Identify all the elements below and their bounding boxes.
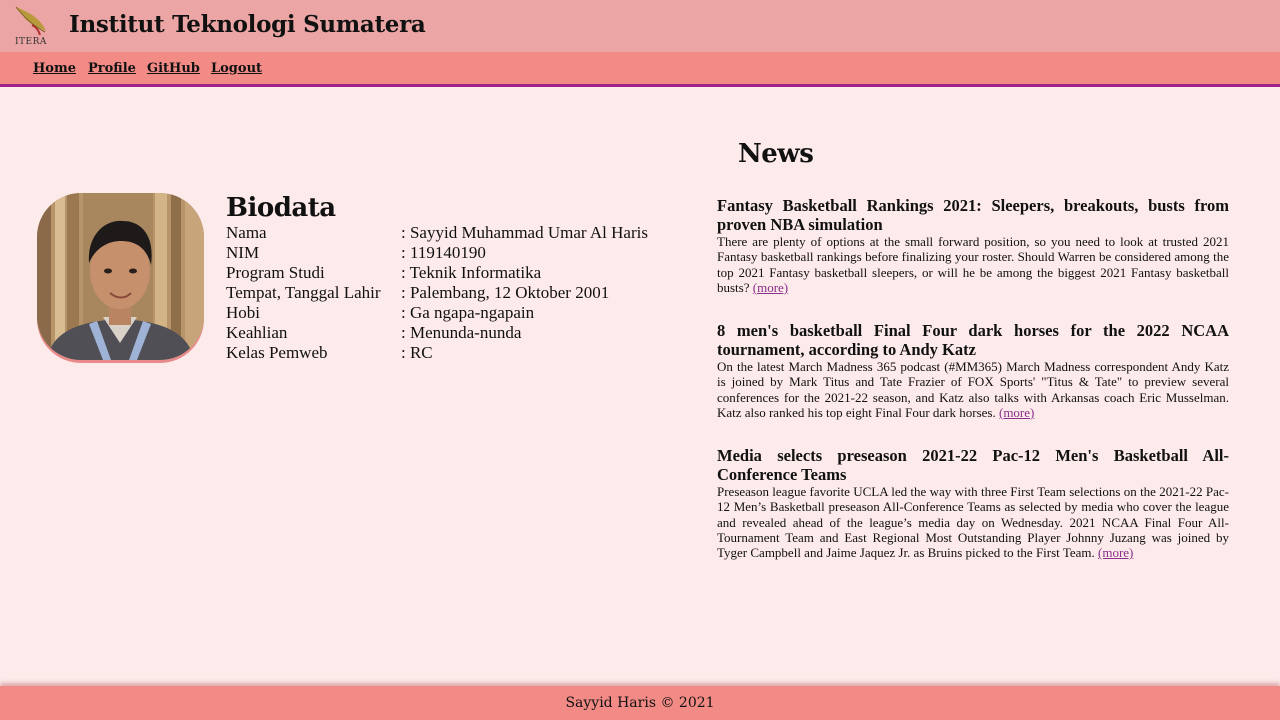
nav-home-link[interactable]: Home (33, 61, 76, 76)
site-title: Institut Teknologi Sumatera (69, 11, 426, 38)
footer: Sayyid Haris © 2021 (0, 686, 1280, 720)
biodata-value: : Menunda-nunda (401, 323, 522, 342)
site-header: ITERA Institut Teknologi Sumatera (0, 0, 1280, 52)
news-more-link[interactable]: (more) (1098, 545, 1133, 560)
nav-profile-link[interactable]: Profile (88, 61, 136, 76)
itera-logo[interactable]: ITERA (12, 5, 50, 47)
biodata-label: Nama (226, 223, 267, 242)
news-body-text: Preseason league favorite UCLA led the w… (717, 484, 1229, 561)
biodata-value: : Teknik Informatika (401, 263, 542, 282)
feather-icon (15, 6, 46, 36)
news-item: 8 men's basketball Final Four dark horse… (717, 321, 1229, 420)
footer-text: Sayyid Haris © 2021 (565, 695, 715, 711)
biodata-value: : 119140190 (401, 243, 486, 262)
news-body-text: On the latest March Madness 365 podcast … (717, 359, 1229, 420)
news-more-link[interactable]: (more) (753, 280, 788, 295)
biodata-value: : Palembang, 12 Oktober 2001 (401, 283, 610, 302)
news-headline: 8 men's basketball Final Four dark horse… (717, 321, 1229, 359)
news-headline: Media selects preseason 2021-22 Pac-12 M… (717, 446, 1229, 484)
news-body-text: There are plenty of options at the small… (717, 234, 1229, 295)
biodata-heading: Biodata (226, 193, 336, 223)
news-item: Media selects preseason 2021-22 Pac-12 M… (717, 446, 1229, 560)
biodata-label: Tempat, Tanggal Lahir (226, 283, 381, 302)
biodata-value: : Ga ngapa-ngapain (401, 303, 535, 322)
news-more-link[interactable]: (more) (999, 405, 1034, 420)
nav-bar: Home Profile GitHub Logout (0, 52, 1280, 87)
news-headline: Fantasy Basketball Rankings 2021: Sleepe… (717, 196, 1229, 234)
nav-logout-link[interactable]: Logout (211, 61, 262, 76)
biodata-label: Kelas Pemweb (226, 343, 328, 362)
logo-text: ITERA (15, 37, 47, 47)
news-heading: News (738, 139, 814, 169)
news-body: There are plenty of options at the small… (717, 234, 1229, 295)
biodata-value: : RC (401, 343, 433, 362)
profile-photo-image (37, 193, 204, 360)
biodata-label: NIM (226, 243, 260, 262)
nav-github-link[interactable]: GitHub (147, 61, 200, 76)
biodata-label: Program Studi (226, 263, 325, 282)
profile-photo (37, 193, 204, 360)
news-item: Fantasy Basketball Rankings 2021: Sleepe… (717, 196, 1229, 295)
biodata-label: Keahlian (226, 323, 288, 342)
news-body: On the latest March Madness 365 podcast … (717, 359, 1229, 420)
biodata-value: : Sayyid Muhammad Umar Al Haris (401, 223, 648, 242)
news-body: Preseason league favorite UCLA led the w… (717, 484, 1229, 560)
biodata-label: Hobi (226, 303, 260, 322)
